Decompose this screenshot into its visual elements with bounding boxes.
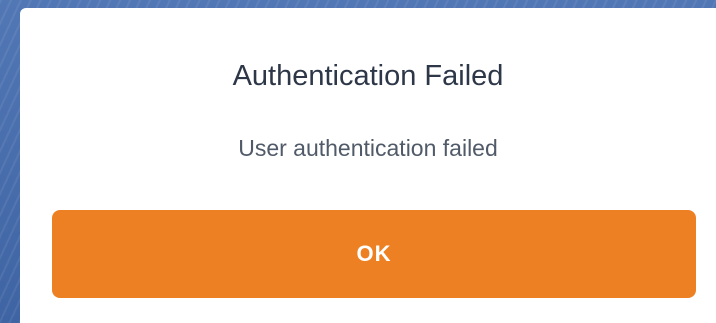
auth-failed-dialog: Authentication Failed User authenticatio… — [20, 8, 716, 323]
dialog-message: User authentication failed — [238, 135, 498, 161]
ok-button[interactable]: OK — [52, 210, 696, 298]
dialog-title: Authentication Failed — [232, 60, 504, 92]
